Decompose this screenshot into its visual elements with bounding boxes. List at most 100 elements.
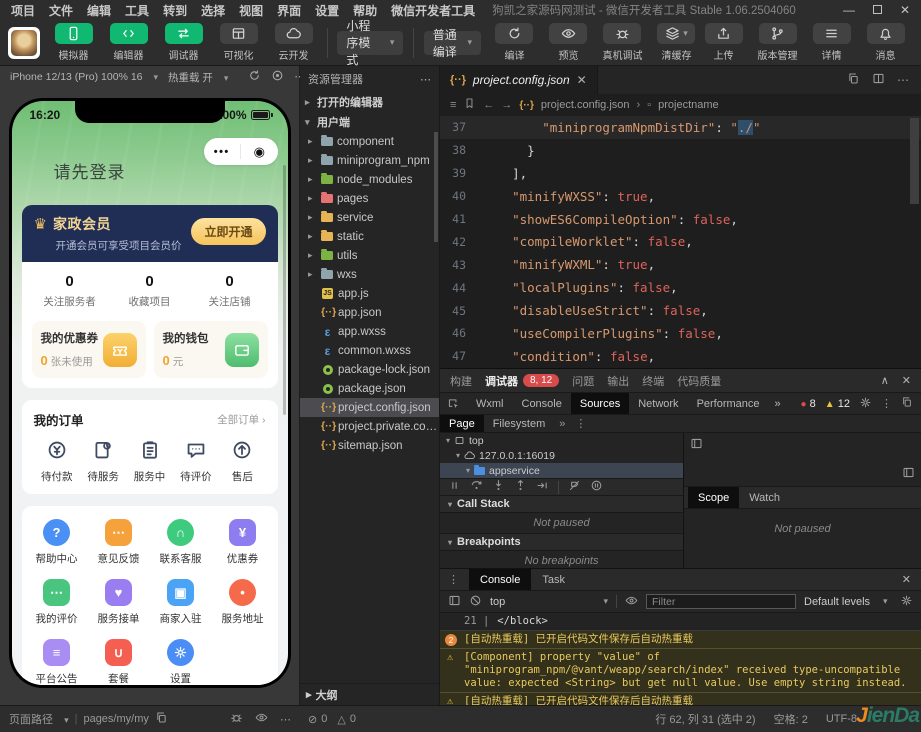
devtools-tab-Sources[interactable]: Sources: [571, 393, 629, 414]
tree-item-sitemap.json[interactable]: {··}sitemap.json: [300, 436, 439, 455]
tree-item-common.wxss[interactable]: εcommon.wxss: [300, 341, 439, 360]
editor-scrollbar[interactable]: [910, 118, 919, 204]
section-Call Stack[interactable]: ▾Call Stack: [440, 496, 683, 513]
editor-more-icon[interactable]: ⋯: [897, 73, 909, 87]
grid-item-7[interactable]: •服务地址: [212, 579, 274, 626]
action-refresh-button[interactable]: 编译: [491, 23, 538, 62]
grid-item-6[interactable]: ▣商家入驻: [150, 579, 212, 626]
toolbar-layout-button[interactable]: 可视化: [215, 23, 262, 62]
wallet-card[interactable]: 我的优惠券0张未使用: [32, 321, 146, 378]
kebab-icon[interactable]: ⋮: [440, 569, 467, 590]
tree-item-app.js[interactable]: JSapp.js: [300, 284, 439, 303]
page-path-label[interactable]: 页面路径 ▾: [9, 711, 69, 727]
step-into-icon[interactable]: [492, 479, 505, 495]
order-status-orderwait[interactable]: 待服务: [80, 439, 126, 484]
explorer-scrollbar[interactable]: [434, 132, 438, 242]
toolbar-swap-button[interactable]: 调试器: [160, 23, 207, 62]
dock-bottom-icon[interactable]: [902, 466, 915, 482]
more-dots-icon[interactable]: •••: [204, 146, 241, 158]
tree-item-component[interactable]: ▸component: [300, 132, 439, 151]
step-over-icon[interactable]: [470, 479, 483, 495]
cursor-position[interactable]: 行 62, 列 31 (选中 2): [655, 711, 755, 727]
sources-tab-Page[interactable]: Page: [440, 415, 484, 432]
phone-scrollbar[interactable]: [283, 165, 286, 415]
tree-item-project.private.config.json[interactable]: {··}project.private.config.json: [300, 417, 439, 436]
tree-item-project.config.json[interactable]: {··}project.config.json: [300, 398, 439, 417]
breadcrumb-file[interactable]: project.config.json: [541, 99, 630, 111]
stat-item[interactable]: 0关注服务者: [30, 273, 110, 309]
more-tabs-icon[interactable]: »: [554, 415, 570, 432]
avatar[interactable]: [8, 27, 40, 59]
page-path-value[interactable]: pages/my/my: [83, 713, 148, 725]
action-bell-button[interactable]: 消息: [862, 23, 909, 62]
copy-path-icon[interactable]: [155, 711, 168, 727]
maximize-button[interactable]: [865, 3, 889, 17]
debugger-tab-输出[interactable]: 输出: [607, 373, 629, 389]
deactivate-breakpoints-icon[interactable]: [568, 479, 581, 495]
record-icon[interactable]: [271, 69, 284, 85]
grid-item-5[interactable]: ♥服务接单: [88, 579, 150, 626]
bookmark-icon[interactable]: [463, 97, 476, 113]
tab-project-config[interactable]: {··} project.config.json ✕: [440, 66, 598, 94]
undock-icon[interactable]: [901, 396, 913, 411]
code-editor[interactable]: 37 "miniprogramNpmDistDir": "./"38 }39 ]…: [440, 116, 921, 368]
menu-item-9[interactable]: 帮助: [346, 2, 384, 19]
scope-tab-Scope[interactable]: Scope: [688, 487, 739, 508]
order-status-orderrate[interactable]: 待评价: [173, 439, 219, 484]
preview-eye-icon[interactable]: [255, 711, 268, 727]
action-eye-button[interactable]: 预览: [545, 23, 592, 62]
minimize-button[interactable]: —: [837, 3, 861, 17]
outline-section[interactable]: ▸大纲: [300, 683, 439, 705]
devtools-tab-Network[interactable]: Network: [629, 393, 687, 414]
device-select[interactable]: iPhone 12/13 (Pro) 100% 16 ▾: [10, 71, 158, 83]
debugger-tab-问题[interactable]: 问题: [572, 373, 594, 389]
eye-icon[interactable]: [625, 594, 638, 610]
devtools-settings-icon[interactable]: [859, 396, 872, 412]
close-button[interactable]: ✕: [893, 3, 917, 17]
source-node-127.0.0.1:16019[interactable]: ▾127.0.0.1:16019: [440, 448, 683, 463]
encoding[interactable]: UTF-8: [826, 713, 857, 725]
step-icon[interactable]: [536, 479, 549, 495]
context-select[interactable]: top▾: [490, 596, 608, 608]
toolbar-phone-button[interactable]: 模拟器: [50, 23, 97, 62]
capsule-menu[interactable]: ••• ◉: [204, 138, 278, 165]
devtools-tab-Wxml[interactable]: Wxml: [467, 393, 513, 414]
split-editor-icon[interactable]: [872, 72, 885, 88]
hot-reload-toggle[interactable]: 热重载 开 ▾: [168, 70, 228, 85]
compile-select[interactable]: 普通编译 ▾: [424, 31, 481, 55]
menu-item-7[interactable]: 界面: [270, 2, 308, 19]
close-tab-icon[interactable]: ✕: [577, 73, 587, 87]
problems-counts[interactable]: ⊘ 0 △ 0: [300, 713, 440, 726]
tree-item-node_modules[interactable]: ▸node_modules: [300, 170, 439, 189]
menu-item-1[interactable]: 文件: [42, 2, 80, 19]
tree-item-package-lock.json[interactable]: package-lock.json: [300, 360, 439, 379]
debugger-tab-调试器[interactable]: 调试器8, 12: [485, 373, 559, 389]
action-branch-button[interactable]: 版本管理: [754, 23, 801, 62]
tree-item-wxs[interactable]: ▸wxs: [300, 265, 439, 284]
member-open-button[interactable]: 立即开通: [191, 218, 265, 245]
minimize-capsule-icon[interactable]: ◉: [241, 144, 278, 160]
indent-setting[interactable]: 空格: 2: [774, 711, 808, 727]
levels-select[interactable]: Default levels▾: [804, 596, 888, 608]
forward-icon[interactable]: →: [501, 99, 512, 111]
all-orders-link[interactable]: 全部订单 ›: [217, 412, 265, 427]
wallet-card[interactable]: 我的钱包0元: [154, 321, 268, 378]
debugger-tab-构建[interactable]: 构建: [450, 373, 472, 389]
step-out-icon[interactable]: [514, 479, 527, 495]
sources-kebab-icon[interactable]: ⋮: [570, 415, 591, 432]
grid-item-4[interactable]: ⋯我的评价: [26, 579, 88, 626]
stat-item[interactable]: 0关注店铺: [190, 273, 270, 309]
filter-input[interactable]: [646, 594, 796, 609]
toolbar-code-button[interactable]: 编辑器: [105, 23, 152, 62]
tree-item-miniprogram_npm[interactable]: ▸miniprogram_npm: [300, 151, 439, 170]
inspect-element-icon[interactable]: [440, 393, 467, 414]
scope-tab-Watch[interactable]: Watch: [739, 487, 790, 508]
debug-icon[interactable]: [230, 711, 243, 727]
menu-item-6[interactable]: 视图: [232, 2, 270, 19]
tree-item-static[interactable]: ▸static: [300, 227, 439, 246]
breadcrumb-node[interactable]: projectname: [658, 99, 719, 111]
sources-tab-Filesystem[interactable]: Filesystem: [484, 415, 555, 432]
menu-item-3[interactable]: 工具: [118, 2, 156, 19]
grid-item-9[interactable]: ∪套餐: [88, 639, 150, 685]
grid-item-10[interactable]: 设置: [150, 639, 212, 685]
